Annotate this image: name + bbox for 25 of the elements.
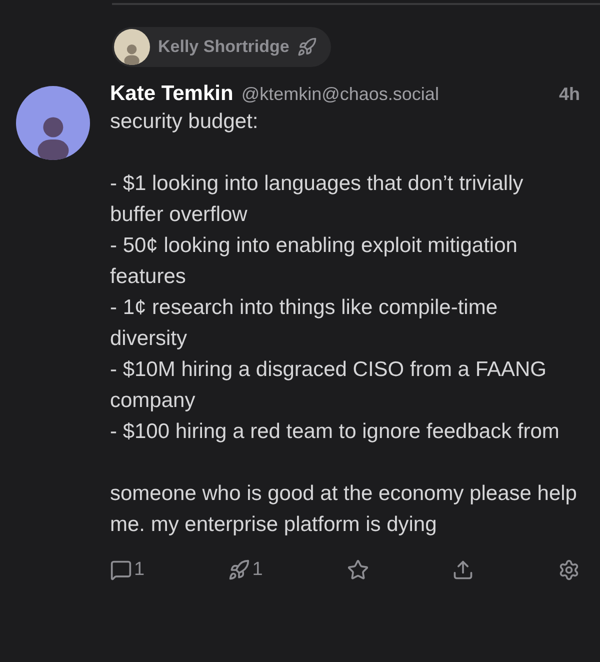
boost-pill[interactable]: Kelly Shortridge [112, 27, 332, 67]
booster-name: Kelly Shortridge [158, 37, 290, 57]
display-name[interactable]: Kate Temkin [110, 82, 234, 106]
star-icon [346, 559, 369, 581]
timestamp: 4h [558, 84, 580, 105]
favourite-button[interactable] [346, 559, 369, 581]
post-text: security budget: [110, 109, 260, 135]
post-text: someone who is good at the economy please help me. my enterprise platform is dying [110, 481, 578, 538]
post-text: - 1¢ research into things like compile-time diversity [110, 295, 498, 352]
boost-button[interactable]: 1 [228, 559, 263, 581]
count-label: 1 [134, 559, 145, 581]
user-handle: @ktemkin@chaos.social [241, 84, 439, 105]
count-label: 1 [252, 559, 263, 581]
share-button[interactable] [452, 559, 474, 581]
post-text: - $10M hiring a disgraced CISO from a FAANG company [110, 357, 548, 414]
post-text: - $100 hiring a red team to ignore feedback from [110, 419, 560, 445]
rocket-icon [228, 559, 250, 581]
post-text: - $1 looking into languages that don’t trivially buffer overflow [110, 171, 524, 228]
share-icon [452, 559, 474, 581]
reply-button[interactable]: 1 [110, 559, 145, 581]
reply-icon [110, 559, 132, 581]
rocket-icon [297, 37, 318, 57]
post-text: - 50¢ looking into enabling exploit mitigation features [110, 233, 518, 290]
more-button[interactable] [558, 559, 580, 581]
gear-icon [558, 559, 580, 581]
